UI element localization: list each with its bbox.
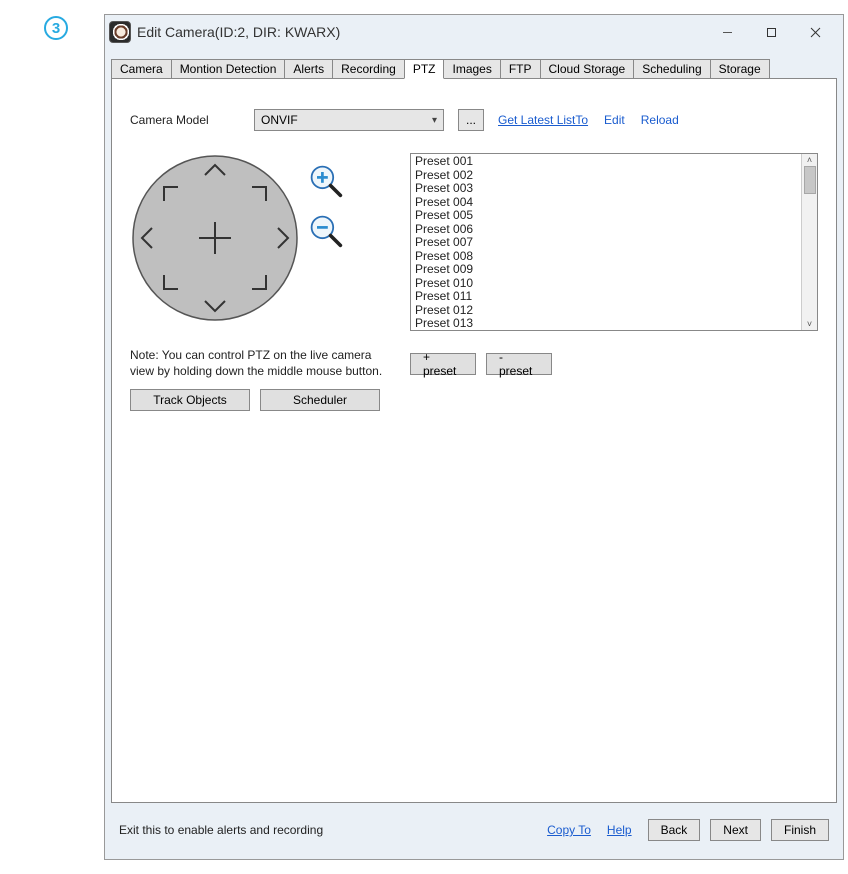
get-latest-list-link[interactable]: Get Latest ListTo	[498, 113, 588, 127]
tab-content-ptz: Camera Model ONVIF ▾ ... Get Latest List…	[111, 78, 837, 803]
maximize-button[interactable]	[749, 17, 793, 47]
model-links: Get Latest ListTo Edit Reload	[498, 113, 679, 127]
tab-scheduling[interactable]: Scheduling	[633, 59, 710, 79]
ptz-note: Note: You can control PTZ on the live ca…	[130, 347, 390, 379]
step-number: 3	[52, 20, 60, 37]
zoom-in-button[interactable]	[308, 163, 344, 199]
window-title: Edit Camera(ID:2, DIR: KWARX)	[137, 24, 340, 40]
preset-listbox[interactable]: Preset 001 Preset 002 Preset 003 Preset …	[410, 153, 818, 331]
preset-item[interactable]: Preset 004	[415, 196, 797, 210]
preset-item[interactable]: Preset 005	[415, 209, 797, 223]
finish-button[interactable]: Finish	[771, 819, 829, 841]
app-icon	[109, 21, 131, 43]
track-objects-button[interactable]: Track Objects	[130, 389, 250, 411]
minimize-button[interactable]	[705, 17, 749, 47]
tab-ptz[interactable]: PTZ	[404, 59, 445, 79]
preset-item[interactable]: Preset 011	[415, 290, 797, 304]
footer-hint: Exit this to enable alerts and recording	[119, 823, 323, 837]
edit-camera-window: Edit Camera(ID:2, DIR: KWARX) Camera Mon…	[104, 14, 844, 860]
scroll-up-icon[interactable]: ˄	[807, 155, 812, 165]
tab-storage[interactable]: Storage	[710, 59, 770, 79]
tab-camera[interactable]: Camera	[111, 59, 172, 79]
tab-images[interactable]: Images	[443, 59, 500, 79]
preset-item[interactable]: Preset 001	[415, 155, 797, 169]
reload-link[interactable]: Reload	[641, 113, 679, 127]
remove-preset-button[interactable]: - preset	[486, 353, 552, 375]
edit-link[interactable]: Edit	[604, 113, 625, 127]
copy-to-link[interactable]: Copy To	[547, 823, 591, 837]
tab-alerts[interactable]: Alerts	[284, 59, 333, 79]
preset-item[interactable]: Preset 009	[415, 263, 797, 277]
camera-model-row: Camera Model ONVIF ▾ ... Get Latest List…	[130, 109, 818, 131]
preset-buttons: + preset - preset	[410, 353, 818, 375]
zoom-controls	[308, 163, 344, 249]
camera-model-select[interactable]: ONVIF ▾	[254, 109, 444, 131]
close-button[interactable]	[793, 17, 837, 47]
ptz-control-column: Note: You can control PTZ on the live ca…	[130, 153, 390, 411]
next-button[interactable]: Next	[710, 819, 761, 841]
dialog-footer: Exit this to enable alerts and recording…	[105, 809, 843, 859]
help-link[interactable]: Help	[607, 823, 632, 837]
tab-bar: Camera Montion Detection Alerts Recordin…	[105, 49, 843, 79]
preset-item[interactable]: Preset 003	[415, 182, 797, 196]
chevron-down-icon: ▾	[432, 115, 437, 126]
camera-model-label: Camera Model	[130, 113, 240, 127]
preset-column: Preset 001 Preset 002 Preset 003 Preset …	[410, 153, 818, 411]
camera-model-value: ONVIF	[261, 113, 298, 127]
preset-item[interactable]: Preset 010	[415, 277, 797, 291]
tab-motion-detection[interactable]: Montion Detection	[171, 59, 286, 79]
tab-ftp[interactable]: FTP	[500, 59, 541, 79]
add-preset-button[interactable]: + preset	[410, 353, 476, 375]
ptz-direction-dial[interactable]	[130, 153, 300, 323]
preset-scrollbar[interactable]: ˄ ˅	[801, 154, 817, 330]
tab-recording[interactable]: Recording	[332, 59, 405, 79]
preset-item[interactable]: Preset 007	[415, 236, 797, 250]
camera-model-more-button[interactable]: ...	[458, 109, 484, 131]
preset-item[interactable]: Preset 002	[415, 169, 797, 183]
tab-cloud-storage[interactable]: Cloud Storage	[540, 59, 635, 79]
step-number-badge: 3	[44, 16, 68, 40]
ptz-main-area: Note: You can control PTZ on the live ca…	[130, 153, 818, 411]
preset-list: Preset 001 Preset 002 Preset 003 Preset …	[411, 154, 801, 330]
preset-item[interactable]: Preset 012	[415, 304, 797, 318]
scroll-down-icon[interactable]: ˅	[807, 319, 812, 329]
preset-item[interactable]: Preset 006	[415, 223, 797, 237]
titlebar: Edit Camera(ID:2, DIR: KWARX)	[105, 15, 843, 49]
ptz-button-row: Track Objects Scheduler	[130, 389, 380, 411]
preset-item[interactable]: Preset 013	[415, 317, 797, 330]
zoom-out-button[interactable]	[308, 213, 344, 249]
back-button[interactable]: Back	[648, 819, 701, 841]
scheduler-button[interactable]: Scheduler	[260, 389, 380, 411]
scroll-thumb[interactable]	[804, 166, 816, 194]
preset-item[interactable]: Preset 008	[415, 250, 797, 264]
